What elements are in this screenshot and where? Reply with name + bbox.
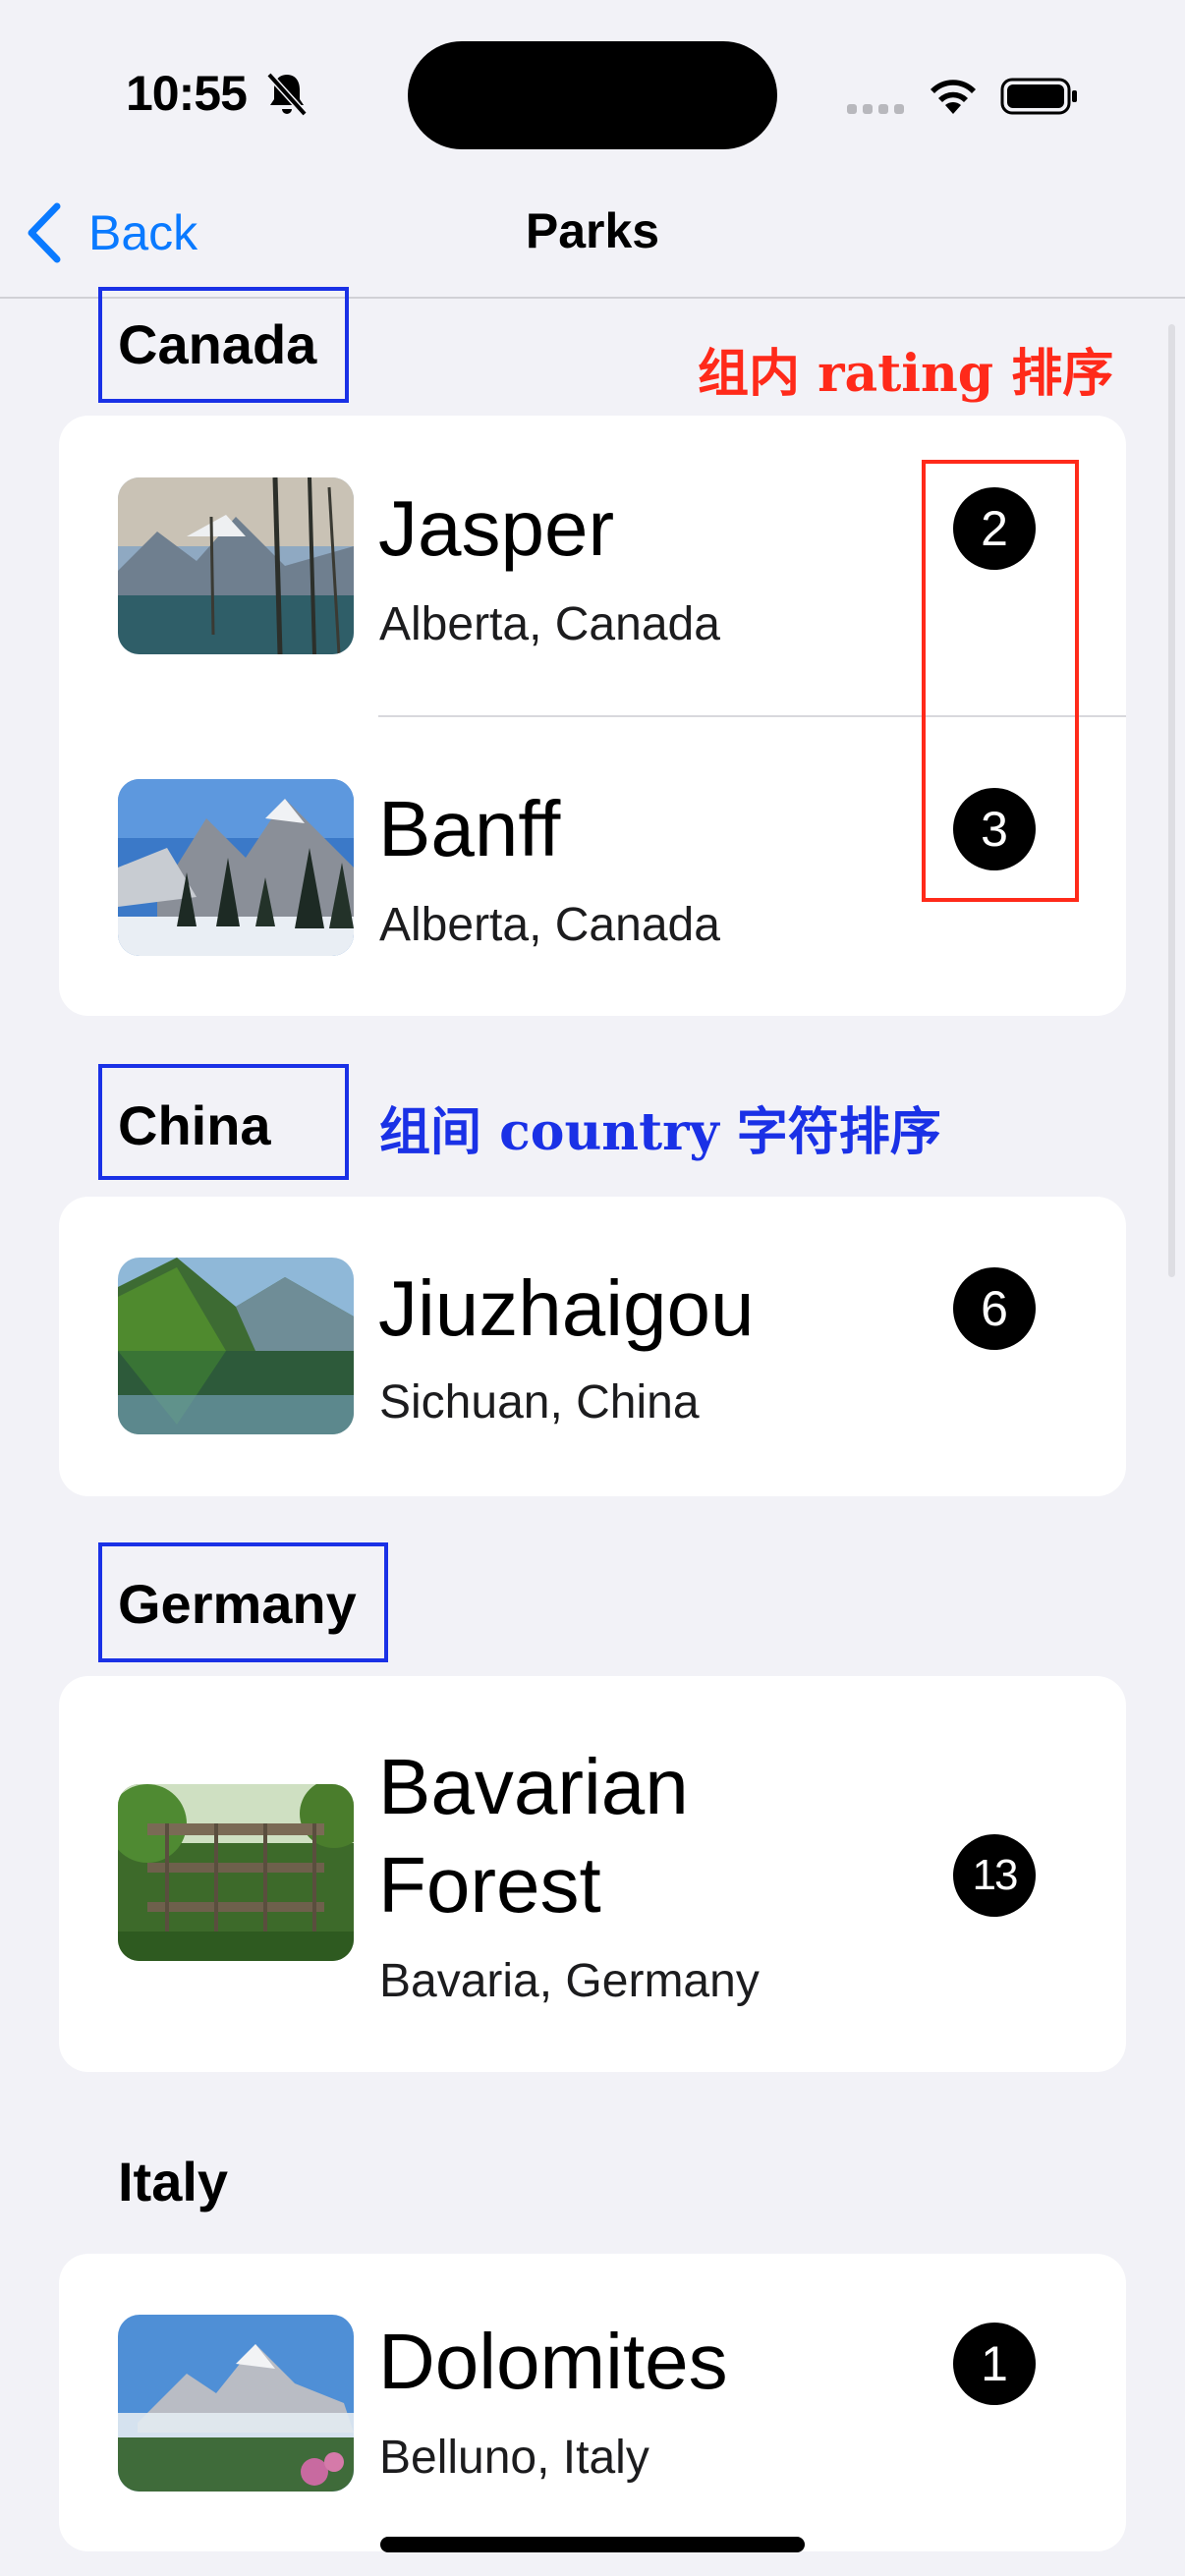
list-item-bavarian-forest[interactable]: Bavarian Forest Bavaria, Germany 13 xyxy=(59,1676,1126,2072)
park-location: Alberta, Canada xyxy=(379,899,720,951)
park-location: Bavaria, Germany xyxy=(379,1955,760,2007)
banff-photo xyxy=(118,779,354,956)
park-name: Jiuzhaigou xyxy=(378,1264,755,1352)
between-group-sort-annotation: 组间 country 字符排序 xyxy=(379,1102,941,1162)
scroll-indicator[interactable] xyxy=(1168,324,1175,1277)
section-header-china: China xyxy=(118,1094,271,1156)
park-name: Dolomites xyxy=(378,2318,728,2405)
in-group-sort-annotation: 组内 rating 排序 xyxy=(698,344,1114,404)
rating-badge: 6 xyxy=(953,1267,1036,1350)
park-name: Bavarian Forest xyxy=(378,1743,689,1929)
park-location: Belluno, Italy xyxy=(379,2432,649,2484)
cellular-signal-icon xyxy=(847,104,904,114)
home-indicator[interactable] xyxy=(380,2537,805,2552)
park-location: Alberta, Canada xyxy=(379,598,720,650)
dynamic-island xyxy=(408,41,777,149)
navigation-bar: Back Parks xyxy=(0,167,1185,299)
section-header-canada: Canada xyxy=(118,313,317,375)
park-name: Jasper xyxy=(378,484,615,572)
jasper-photo xyxy=(118,477,354,654)
dolomites-photo xyxy=(118,2315,354,2492)
jiuzhaigou-photo xyxy=(118,1258,354,1434)
battery-icon xyxy=(1000,78,1077,115)
section-card-china: Jiuzhaigou Sichuan, China 6 xyxy=(59,1197,1126,1496)
list-item-dolomites[interactable]: Dolomites Belluno, Italy 1 xyxy=(59,2254,1126,2551)
page-title: Parks xyxy=(525,203,660,258)
status-time: 10:55 xyxy=(126,66,248,121)
section-card-italy: Dolomites Belluno, Italy 1 xyxy=(59,2254,1126,2551)
park-location: Sichuan, China xyxy=(379,1376,700,1428)
section-header-germany: Germany xyxy=(118,1573,357,1635)
bavarian-forest-photo xyxy=(118,1784,354,1961)
park-name: Banff xyxy=(378,785,561,872)
rating-badge: 13 xyxy=(953,1834,1036,1917)
rating-highlight-box xyxy=(922,460,1079,902)
section-card-germany: Bavarian Forest Bavaria, Germany 13 xyxy=(59,1676,1126,2072)
rating-badge: 1 xyxy=(953,2323,1036,2405)
wifi-icon xyxy=(931,80,976,114)
section-header-italy: Italy xyxy=(118,2151,229,2212)
bell-slash-icon xyxy=(266,72,308,117)
list-item-jiuzhaigou[interactable]: Jiuzhaigou Sichuan, China 6 xyxy=(59,1197,1126,1496)
